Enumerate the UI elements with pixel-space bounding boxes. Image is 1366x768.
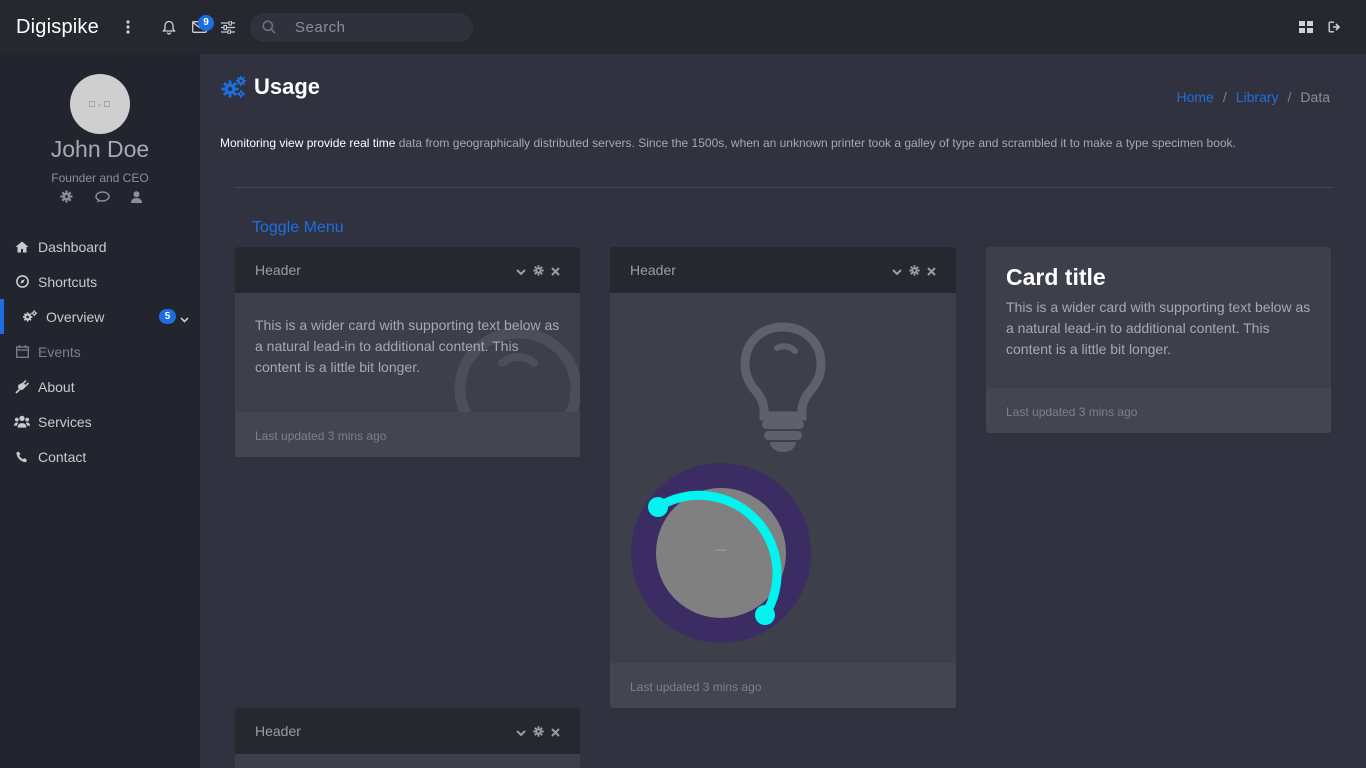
settings-icon[interactable] (60, 190, 73, 208)
card-text: Header This is a wider card with support… (235, 247, 580, 457)
card-titled: Card title This is a wider card with sup… (986, 247, 1331, 433)
knob-value: — (715, 544, 727, 556)
close-icon[interactable] (551, 263, 560, 279)
card-text: This is a wider card with supporting tex… (1006, 299, 1311, 357)
breadcrumb-library[interactable]: Library (1236, 89, 1279, 105)
card-header: Header (235, 708, 580, 754)
sidebar-item-contact[interactable]: Contact (0, 439, 200, 474)
messages-badge: 9 (198, 15, 214, 31)
sidebar-item-label: Contact (38, 448, 87, 465)
card-body: Card title This is a wider card with sup… (986, 247, 1331, 380)
phone-icon (14, 449, 30, 465)
knob-handle-start[interactable] (648, 497, 668, 517)
card-header-title: Header (255, 262, 301, 278)
collapse-icon[interactable] (892, 263, 902, 279)
card-tools (516, 263, 560, 279)
user-actions (60, 190, 142, 208)
search-box[interactable] (250, 13, 473, 42)
breadcrumb: Home / Library / Data (1176, 89, 1330, 105)
grid-view-icon[interactable] (1296, 17, 1316, 37)
sidebar-item-label: About (38, 378, 75, 395)
sidebar-item-events[interactable]: Events (0, 334, 200, 369)
close-icon[interactable] (551, 724, 560, 740)
knob-dial[interactable]: — (630, 462, 812, 644)
sidebar-item-label: Events (38, 343, 81, 360)
user-icon[interactable] (131, 190, 142, 208)
avatar[interactable]: x (70, 74, 130, 134)
sidebar-item-label: Dashboard (38, 238, 107, 255)
breadcrumb-current: Data (1300, 89, 1330, 105)
close-icon[interactable] (927, 263, 936, 279)
search-icon (262, 20, 276, 39)
logout-icon[interactable] (1325, 17, 1345, 37)
chat-icon[interactable] (94, 190, 110, 208)
sidebar-item-services[interactable]: Services (0, 404, 200, 439)
page-title-text: Usage (254, 74, 321, 99)
lightbulb-icon (740, 322, 826, 452)
card-title: Card title (1006, 264, 1106, 290)
intro-text: Monitoring view provide real time data f… (220, 136, 1340, 150)
card-knob: Header — Last updated 3 mins ago (610, 247, 956, 708)
users-icon (14, 414, 30, 430)
sidebar-item-label: Overview (46, 308, 105, 325)
intro-rest: data from geographically distributed ser… (395, 136, 1236, 150)
cogs-icon (22, 309, 38, 325)
collapse-icon[interactable] (516, 263, 526, 279)
page-title: Usage (220, 74, 320, 100)
sidebar: x John Doe Founder and CEO Dashboard Sho… (0, 54, 200, 768)
kebab-menu-icon[interactable] (118, 17, 138, 37)
knob-handle-end[interactable] (755, 605, 775, 625)
bell-icon[interactable] (159, 17, 179, 37)
intro-bold: Monitoring view provide real time (220, 136, 396, 150)
card-header-title: Header (630, 262, 676, 278)
divider (235, 187, 1332, 188)
card-footer: Last updated 3 mins ago (610, 663, 956, 708)
breadcrumb-home[interactable]: Home (1176, 89, 1213, 105)
card-footer: Last updated 3 mins ago (235, 412, 580, 457)
brand-logo[interactable]: Digispike (16, 16, 99, 39)
user-name: John Doe (50, 136, 150, 162)
sidebar-item-about[interactable]: About (0, 369, 200, 404)
breadcrumb-separator: / (1222, 89, 1227, 105)
sidebar-nav: Dashboard Shortcuts Overview 5 Events Ab… (0, 229, 200, 474)
card-header-title: Header (255, 723, 301, 739)
card-partial: Header (235, 708, 580, 768)
chevron-down-icon[interactable] (180, 310, 189, 326)
sidebar-item-label: Shortcuts (38, 273, 98, 290)
overview-count-badge: 5 (159, 309, 176, 324)
plug-icon (14, 379, 30, 395)
svg-text:x: x (98, 103, 101, 109)
user-role: Founder and CEO (51, 171, 149, 185)
collapse-icon[interactable] (516, 724, 526, 740)
sliders-icon[interactable] (218, 17, 238, 37)
gear-icon[interactable] (909, 263, 920, 279)
card-header: Header (610, 247, 956, 293)
calendar-icon (14, 344, 30, 360)
card-tools (516, 724, 560, 740)
card-header: Header (235, 247, 580, 293)
search-input[interactable] (295, 13, 465, 42)
cogs-title-icon (220, 75, 247, 99)
gear-icon[interactable] (533, 724, 544, 740)
card-text: This is a wider card with supporting tex… (255, 317, 560, 375)
sidebar-item-shortcuts[interactable]: Shortcuts (0, 264, 200, 299)
sidebar-item-overview[interactable]: Overview 5 (0, 299, 200, 334)
card-tools (892, 263, 936, 279)
gear-icon[interactable] (533, 263, 544, 279)
top-navbar: Digispike 9 (0, 0, 1366, 54)
breadcrumb-separator: / (1287, 89, 1292, 105)
compass-icon (14, 274, 30, 290)
home-icon (14, 239, 30, 255)
card-footer: Last updated 3 mins ago (986, 388, 1331, 433)
card-body: This is a wider card with supporting tex… (235, 293, 580, 400)
sidebar-item-label: Services (38, 413, 92, 430)
toggle-menu-link[interactable]: Toggle Menu (252, 219, 344, 237)
sidebar-item-dashboard[interactable]: Dashboard (0, 229, 200, 264)
